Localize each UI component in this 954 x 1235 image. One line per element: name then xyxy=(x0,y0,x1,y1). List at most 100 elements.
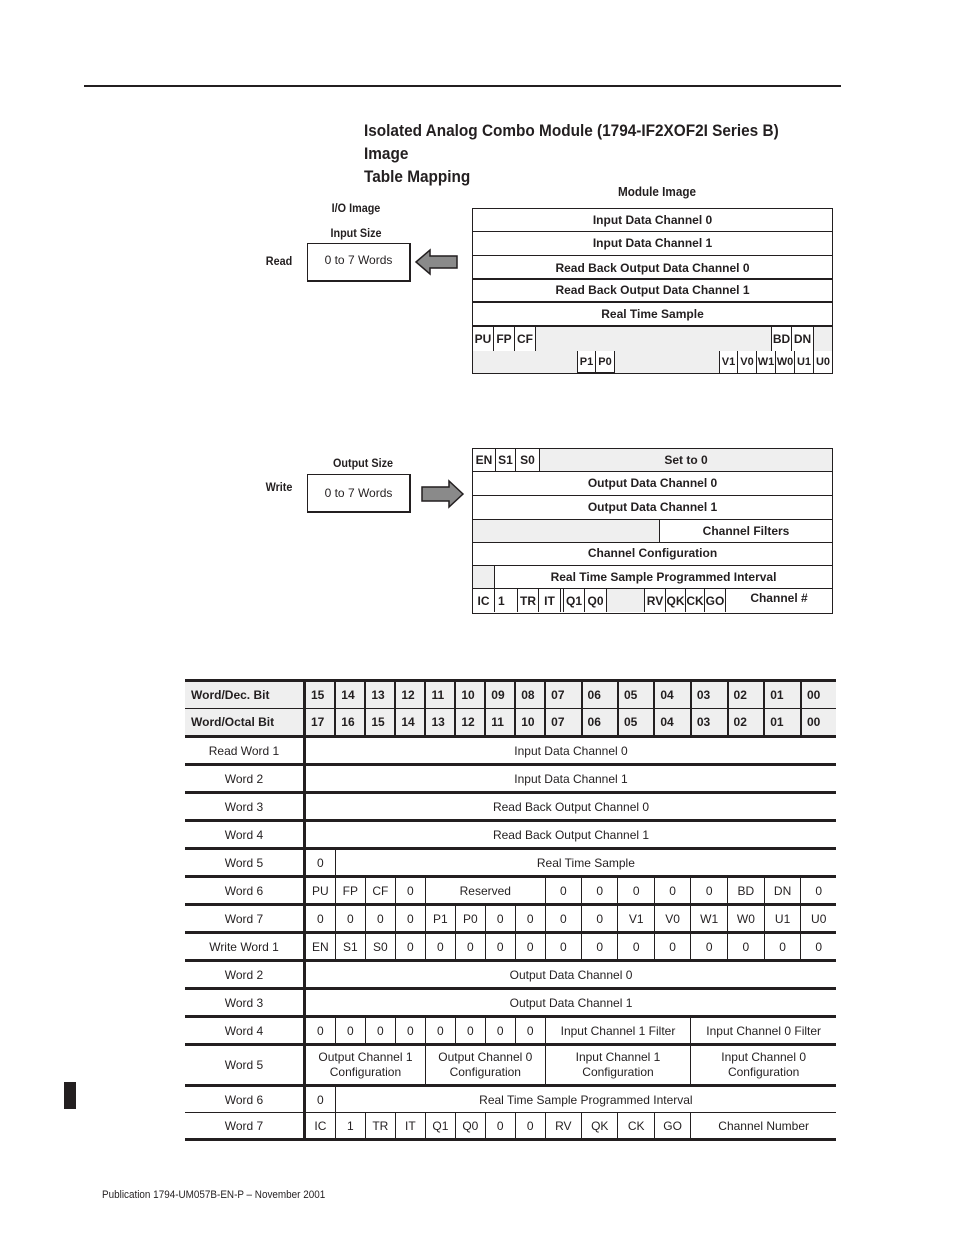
word-label: Word 5 xyxy=(185,1044,306,1086)
bit-cell: V0 xyxy=(738,351,757,373)
write-row-label: Output Data Channel 0 xyxy=(587,476,718,490)
bit-cell: U0 xyxy=(814,351,832,373)
header-row: Word/Dec. Bit 15 14 13 12 11 10 09 08 07 06 05 04 03 0… xyxy=(185,680,836,709)
bit-header: 03 xyxy=(689,680,728,709)
table-row: Write Word 1 EN S1 S0 0 0 0 0 0 0 0 0 0 0 0 0 0 xyxy=(185,932,836,961)
bit-field: Input Data Channel 0 xyxy=(304,736,836,765)
bit-header: 14 xyxy=(334,680,366,709)
write-row-label: Output Data Channel 1 xyxy=(587,500,718,514)
bit-field: FP xyxy=(334,876,366,905)
bit-field: Real Time Sample xyxy=(334,848,836,877)
read-row: Input Data Channel 0 xyxy=(473,209,832,232)
bit-header: 15 xyxy=(364,708,396,737)
channel-number: Channel # xyxy=(750,591,808,605)
image-table-mapping: Word/Dec. Bit 15 14 13 12 11 10 09 08 07 06 05 04 03 0… xyxy=(185,679,836,1141)
bit-cell: 1 xyxy=(498,593,505,608)
header-label: Word/Dec. Bit xyxy=(185,680,306,709)
bit-field: V0 xyxy=(653,904,691,933)
bit-field: 0 xyxy=(581,904,618,933)
bit-cell: DN xyxy=(792,327,814,351)
bit-cell: CK xyxy=(686,589,705,612)
header-row: Word/Octal Bit 17 16 15 14 13 12 11 10 07 06 05 04 03… xyxy=(185,708,836,737)
write-module-image: EN S1 S0 Set to 0 Output Data Channel 0 … xyxy=(472,448,833,614)
bit-cell: P0 xyxy=(596,351,615,373)
bit-field: S1 xyxy=(334,932,366,961)
bit-field: Output Data Channel 1 xyxy=(304,988,836,1017)
bit-header: 00 xyxy=(799,708,836,737)
bit-field: 0 xyxy=(454,932,486,961)
table-row: Word 6 PU FP CF 0 Reserved 0 0 0 0 0 BD DN 0 xyxy=(185,876,836,905)
read-row-label: Input Data Channel 1 xyxy=(592,236,713,250)
bit-field: CF xyxy=(364,876,396,905)
word-label: Read Word 1 xyxy=(185,736,306,765)
title-line-1: Isolated Analog Combo Module (1794-IF2XO… xyxy=(364,122,779,163)
table-row: Word 4 0 0 0 0 0 0 0 0 Input Channel 1 Filter Inpu… xyxy=(185,1016,836,1045)
table-row: Word 6 0 Real Time Sample Programmed Inter… xyxy=(185,1085,836,1113)
word-label: Word 7 xyxy=(185,1112,306,1140)
channel-filters: Channel Filters xyxy=(702,524,790,538)
bit-header: 10 xyxy=(514,708,546,737)
word-label: Word 3 xyxy=(185,988,306,1017)
bit-field: Input Channel 1 Configuration xyxy=(544,1044,691,1086)
bit-field: IT xyxy=(394,1112,426,1140)
bit-cell: QK xyxy=(666,589,686,612)
bit-field: P0 xyxy=(454,904,486,933)
table-row: Word 7 0 0 0 0 P1 P0 0 0 0 0 V1 V0 W1 W0 U1 U0 xyxy=(185,904,836,933)
bit-field: 0 xyxy=(653,876,691,905)
header-label: Word/Octal Bit xyxy=(185,708,306,737)
read-module-image: Input Data Channel 0 Input Data Channel … xyxy=(472,208,833,374)
table-row: Word 5 Output Channel 1 Configuration Outp… xyxy=(185,1044,836,1086)
write-row: Output Data Channel 1 xyxy=(473,496,832,520)
bit-field: 0 xyxy=(800,876,836,905)
bit-field: 0 xyxy=(514,1112,546,1140)
output-size-value: 0 to 7 Words xyxy=(324,486,393,500)
bit-field: 0 xyxy=(454,1016,486,1045)
read-label: Read xyxy=(265,254,293,268)
bit-field: 0 xyxy=(484,1112,516,1140)
write-row-label: Channel Configuration xyxy=(587,546,718,560)
unused-bits xyxy=(536,327,771,351)
bit-field: S0 xyxy=(364,932,396,961)
bit-cell: IC xyxy=(473,589,495,612)
bit-field: 0 xyxy=(424,932,456,961)
bit-header: 05 xyxy=(616,708,655,737)
output-size-box: 0 to 7 Words xyxy=(307,474,411,513)
bit-cell: BD xyxy=(771,327,792,351)
bit-field: 0 xyxy=(334,904,366,933)
bit-field: 0 xyxy=(484,904,516,933)
input-size-value: 0 to 7 Words xyxy=(324,253,393,267)
publication-footer: Publication 1794-UM057B-EN-P – November … xyxy=(102,1189,326,1201)
bit-field: 0 xyxy=(304,848,336,877)
arrow-right-icon xyxy=(421,479,465,509)
bit-cell: U1 xyxy=(795,351,814,373)
read-row: Read Back Output Data Channel 0 xyxy=(473,256,832,280)
table-row: Word 7 IC 1 TR IT Q1 Q0 0 0 RV QK CK GO Channel Numbe… xyxy=(185,1112,836,1140)
bit-header: 01 xyxy=(763,708,801,737)
set-to-zero: Set to 0 xyxy=(540,449,832,471)
bit-field: 0 xyxy=(304,1016,336,1045)
bit-header: 03 xyxy=(689,708,728,737)
read-row: Real Time Sample xyxy=(473,303,832,327)
bit-field: 0 xyxy=(581,876,618,905)
bit-header: 08 xyxy=(514,680,546,709)
bit-header: 07 xyxy=(544,680,582,709)
bit-header: 15 xyxy=(303,680,336,709)
word-label: Word 2 xyxy=(185,764,306,793)
control-row: IC 1 TR IT Q1 Q0 RV QK CK GO Channel # xyxy=(473,589,832,612)
table-row: Word 5 0 Real Time Sample xyxy=(185,848,836,877)
read-row-label: Input Data Channel 0 xyxy=(592,213,713,227)
table-row: Word 3 Output Data Channel 1 xyxy=(185,988,836,1017)
bit-cell: CF xyxy=(515,327,536,351)
bit-field: 0 xyxy=(617,876,655,905)
bit-header: 00 xyxy=(799,680,836,709)
bit-field: 0 xyxy=(514,904,546,933)
bit-cell: PU xyxy=(473,327,494,351)
bit-field: 0 xyxy=(364,904,396,933)
bit-field: 0 xyxy=(653,932,691,961)
read-row-label: Read Back Output Data Channel 1 xyxy=(555,283,750,297)
bit-header: 12 xyxy=(394,680,426,709)
status-row-2: P1 P0 V1 V0 W1 W0 U1 U0 xyxy=(473,351,832,373)
read-row-label: Real Time Sample xyxy=(601,307,704,321)
word-label: Word 4 xyxy=(185,820,306,849)
write-row-interval: Real Time Sample Programmed Interval xyxy=(473,566,832,589)
